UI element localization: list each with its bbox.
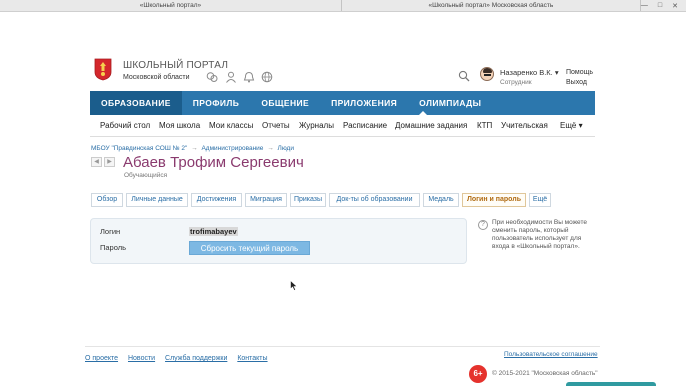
main-nav-profile[interactable]: ПРОФИЛЬ	[182, 91, 251, 115]
search-icon[interactable]	[458, 70, 470, 82]
maximize-icon[interactable]: □	[658, 2, 662, 9]
next-person-button[interactable]: ▶	[104, 157, 115, 167]
tab-personal-data[interactable]: Личные данные	[126, 193, 188, 207]
sub-nav: Рабочий стол Моя школа Мои классы Отчеты…	[90, 115, 595, 137]
logout-link[interactable]: Выход	[566, 79, 587, 86]
footer-link-news[interactable]: Новости	[128, 355, 155, 362]
tab-overview[interactable]: Обзор	[91, 193, 123, 207]
main-nav-education[interactable]: ОБРАЗОВАНИЕ	[90, 91, 182, 115]
login-value[interactable]: trofimabayev	[189, 227, 238, 236]
breadcrumb-people[interactable]: Люди	[278, 145, 294, 152]
footer-link-about[interactable]: О проекте	[85, 355, 118, 362]
breadcrumb-separator: →	[191, 145, 198, 152]
window-controls: — □ ✕	[641, 0, 686, 11]
breadcrumb-school[interactable]: МБОУ "Правдинская СОШ № 2"	[91, 145, 187, 152]
credentials-panel: Логин trofimabayev Пароль Сбросить текущ…	[90, 218, 467, 264]
sub-nav-my-school[interactable]: Моя школа	[159, 121, 200, 130]
user-name-text: Назаренко В.К.	[500, 68, 553, 77]
sub-nav-schedule[interactable]: Расписание	[343, 121, 387, 130]
login-label: Логин	[100, 227, 121, 236]
browser-tab-strip: «Школьный портал» «Школьный портал» Моск…	[0, 0, 686, 12]
sub-nav-desktop[interactable]: Рабочий стол	[100, 121, 150, 130]
sub-nav-journals[interactable]: Журналы	[299, 121, 334, 130]
moscow-region-emblem-icon[interactable]	[94, 57, 112, 81]
password-label: Пароль	[100, 243, 127, 252]
feedback-widget-edge[interactable]	[566, 382, 656, 386]
sub-nav-reports[interactable]: Отчеты	[262, 121, 290, 130]
main-nav: ОБРАЗОВАНИЕ ПРОФИЛЬ ОБЩЕНИЕ ПРИЛОЖЕНИЯ О…	[90, 91, 595, 115]
user-role: Сотрудник	[500, 79, 532, 86]
breadcrumb-separator: →	[267, 145, 274, 152]
sub-nav-teachers-room[interactable]: Учительская	[501, 121, 548, 130]
chevron-down-icon: ▾	[554, 68, 559, 77]
mouse-cursor-icon	[290, 280, 298, 291]
logo-title[interactable]: ШКОЛЬНЫЙ ПОРТАЛ	[123, 60, 228, 71]
user-icon[interactable]	[225, 71, 237, 83]
sub-nav-more[interactable]: Ещё ▾	[560, 121, 583, 130]
user-name[interactable]: Назаренко В.К. ▾	[500, 68, 559, 77]
age-rating-badge: 6+	[469, 365, 487, 383]
tab-more[interactable]: Ещё	[529, 193, 551, 207]
bell-icon[interactable]	[243, 71, 255, 83]
logo-subtitle: Московской области	[123, 74, 190, 81]
sub-nav-homework[interactable]: Домашние задания	[395, 121, 467, 130]
browser-tab-2[interactable]: «Школьный портал» Московская область	[342, 0, 641, 11]
main-nav-apps[interactable]: ПРИЛОЖЕНИЯ	[320, 91, 408, 115]
active-nav-pointer	[418, 111, 428, 116]
tab-education-docs[interactable]: Док-ты об образовании	[329, 193, 420, 207]
reset-password-button[interactable]: Сбросить текущий пароль	[189, 241, 310, 255]
main-nav-communication[interactable]: ОБЩЕНИЕ	[250, 91, 320, 115]
tab-orders[interactable]: Приказы	[290, 193, 326, 207]
footer-link-support[interactable]: Служба поддержки	[165, 355, 227, 362]
browser-tab-1[interactable]: «Школьный портал»	[0, 0, 342, 11]
sub-nav-ktp[interactable]: КТП	[477, 121, 492, 130]
user-agreement-link[interactable]: Пользовательское соглашение	[504, 351, 598, 358]
help-link[interactable]: Помощь	[566, 69, 593, 76]
sub-nav-my-classes[interactable]: Мои классы	[209, 121, 253, 130]
chat-icon[interactable]	[206, 71, 218, 83]
help-icon: ?	[478, 220, 488, 230]
footer-divider	[85, 346, 600, 347]
breadcrumb: МБОУ "Правдинская СОШ № 2" → Администрир…	[91, 145, 294, 152]
footer-links: О проекте Новости Служба поддержки Конта…	[85, 355, 276, 362]
globe-icon[interactable]	[261, 71, 273, 83]
tab-migration[interactable]: Миграция	[245, 193, 287, 207]
tab-login-password[interactable]: Логин и пароль	[462, 193, 526, 207]
tab-medal[interactable]: Медаль	[423, 193, 459, 207]
site-header: ШКОЛЬНЫЙ ПОРТАЛ Московской области Назар…	[94, 55, 598, 93]
person-role: Обучающийся	[124, 172, 168, 179]
close-icon[interactable]: ✕	[672, 2, 678, 10]
tab-achievements[interactable]: Достижения	[191, 193, 242, 207]
copyright: © 2015-2021 "Московская область"	[492, 370, 598, 377]
footer-link-contacts[interactable]: Контакты	[237, 355, 267, 362]
prev-person-button[interactable]: ◀	[91, 157, 102, 167]
minimize-icon[interactable]: —	[641, 2, 648, 9]
avatar[interactable]	[480, 67, 494, 81]
breadcrumb-administration[interactable]: Администрирование	[201, 145, 263, 152]
page-title: Абаев Трофим Сергеевич	[123, 154, 304, 171]
info-text: При необходимости Вы можете сменить паро…	[492, 219, 587, 250]
